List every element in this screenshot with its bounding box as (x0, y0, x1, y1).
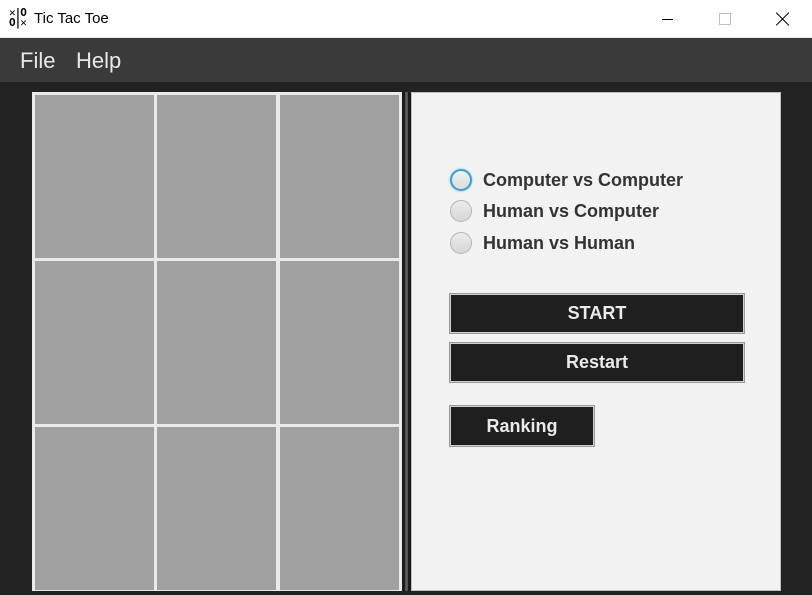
maximize-button[interactable] (696, 0, 754, 38)
game-board (32, 92, 402, 591)
close-icon (776, 12, 790, 26)
board-cell-5[interactable] (157, 261, 276, 424)
minimize-icon (661, 18, 673, 20)
board-cell-9[interactable] (280, 427, 399, 590)
menu-file[interactable]: File (20, 48, 55, 74)
tic-tac-toe-icon: ✕|O O|✕ (9, 7, 29, 30)
mode-option-human-vs-computer[interactable]: Human vs Computer (450, 198, 659, 224)
radio-button-icon[interactable] (450, 169, 472, 191)
board-cell-1[interactable] (35, 95, 154, 258)
close-button[interactable] (754, 0, 812, 38)
menu-help[interactable]: Help (76, 48, 121, 74)
title-bar: ✕|O O|✕ Tic Tac Toe (0, 0, 812, 38)
split-divider-grip (405, 92, 408, 591)
board-cell-3[interactable] (280, 95, 399, 258)
board-cell-7[interactable] (35, 427, 154, 590)
menu-bar: File Help (0, 38, 812, 82)
board-cell-2[interactable] (157, 95, 276, 258)
mode-option-human-vs-human[interactable]: Human vs Human (450, 230, 635, 256)
start-button[interactable]: START (450, 294, 744, 333)
ranking-button[interactable]: Ranking (450, 406, 594, 446)
maximize-icon (719, 13, 731, 25)
restart-button[interactable]: Restart (450, 343, 744, 382)
board-cell-4[interactable] (35, 261, 154, 424)
radio-button-icon[interactable] (450, 232, 472, 254)
radio-button-icon[interactable] (450, 200, 472, 222)
app-icon-row-bottom: O|✕ (9, 16, 27, 29)
mode-option-label: Computer vs Computer (483, 169, 684, 190)
board-cell-6[interactable] (280, 261, 399, 424)
mode-option-label: Human vs Computer (483, 200, 660, 221)
mode-option-computer-vs-computer[interactable]: Computer vs Computer (450, 167, 683, 193)
minimize-button[interactable] (638, 0, 696, 38)
board-cell-8[interactable] (157, 427, 276, 590)
window-title: Tic Tac Toe (34, 10, 109, 27)
mode-option-label: Human vs Human (483, 232, 636, 253)
